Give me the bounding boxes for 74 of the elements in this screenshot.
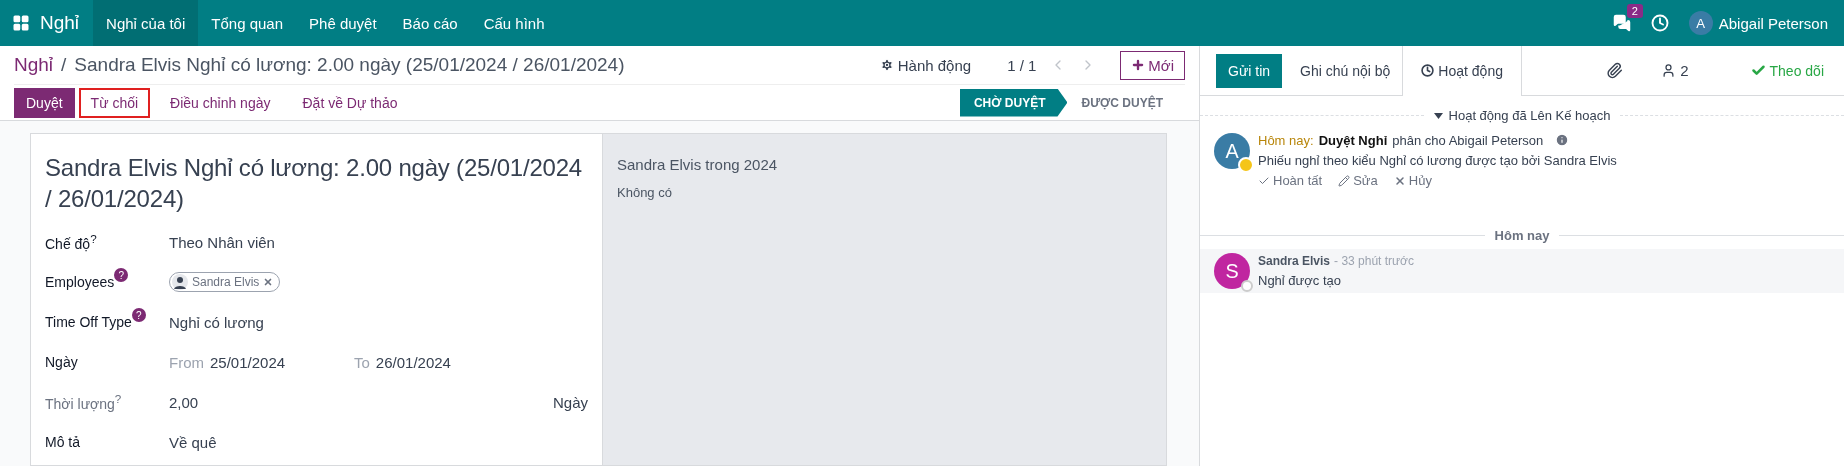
help-badge[interactable]: ?: [131, 308, 146, 323]
menu-item[interactable]: Cấu hình: [470, 0, 558, 46]
user-avatar: A: [1214, 133, 1250, 169]
person-icon: [1661, 63, 1677, 78]
menu-item[interactable]: Báo cáo: [389, 0, 471, 46]
followers-button[interactable]: 2: [1655, 61, 1695, 80]
clock-icon: [1421, 64, 1435, 77]
date-value[interactable]: 25/01/2024: [210, 353, 286, 371]
field-value[interactable]: Theo Nhân viên: [169, 233, 275, 251]
gear-icon: [879, 58, 894, 72]
to-label: To: [354, 353, 370, 371]
remove-icon[interactable]: [263, 277, 274, 288]
action-button[interactable]: Duyệt: [14, 87, 75, 118]
field-value[interactable]: Về quê: [169, 433, 217, 451]
field-label: Ngày: [45, 354, 78, 371]
paperclip-icon[interactable]: [1606, 62, 1624, 79]
new-button[interactable]: Mới: [1120, 50, 1185, 80]
user-avatar: A: [1688, 11, 1713, 35]
activity-assignee: phân cho Abigail Peterson: [1392, 133, 1544, 148]
breadcrumb-current: Sandra Elvis Nghỉ có lương: 2.00 ngày (25/01/2024 / 26/01/2024): [74, 54, 625, 76]
avatar-icon: [172, 274, 188, 291]
message-count: 2: [1626, 4, 1643, 18]
breadcrumb-link[interactable]: Nghỉ: [14, 54, 54, 76]
apps-menu-icon[interactable]: [12, 14, 30, 32]
action-button[interactable]: Đặt về Dự thảo: [290, 87, 410, 118]
chatter-tab[interactable]: Gửi tin: [1216, 53, 1283, 88]
message-time: - 33 phút trước: [1334, 254, 1414, 268]
pager-value[interactable]: 1 / 1: [1007, 56, 1037, 74]
activity-summary: Duyệt Nghỉ: [1318, 133, 1388, 148]
field-label: Time Off Type: [45, 314, 132, 331]
menu-item[interactable]: Nghỉ của tôi: [93, 0, 199, 46]
pencil-icon: [1338, 174, 1351, 187]
field-label: Thời lượng$^{?}$: [45, 392, 122, 413]
date-divider: Hôm nay: [1494, 228, 1550, 243]
clock-icon[interactable]: [1650, 14, 1669, 32]
activity-action[interactable]: Sửa: [1338, 173, 1378, 188]
activity-action[interactable]: Hủy: [1393, 173, 1432, 188]
info-icon[interactable]: [1555, 133, 1570, 147]
plus-icon: [1131, 58, 1146, 72]
activity-note: Phiếu nghỉ theo kiểu Nghỉ có lương được tạo bởi Sandra Elvis: [1258, 153, 1617, 168]
from-label: From: [169, 353, 204, 371]
user-menu[interactable]: A Abigail Peterson: [1688, 11, 1828, 35]
breadcrumb-separator: /: [61, 54, 67, 76]
activities-toggle[interactable]: Hoạt động đã Lên Kế hoạch: [1433, 108, 1611, 123]
field-label: Chế độ$^{?}$: [45, 232, 97, 253]
caret-icon: [1433, 112, 1443, 119]
status-stage[interactable]: CHỜ DUYỆT: [959, 88, 1068, 117]
check-icon: [1750, 63, 1766, 78]
unit-label: Ngày: [552, 393, 588, 411]
field-value[interactable]: 2,00: [169, 393, 199, 411]
panel-text: Không có: [617, 185, 673, 200]
action-button[interactable]: Từ chối: [78, 87, 151, 118]
message-author: Sandra Elvis: [1258, 254, 1331, 268]
field-label: Mô tả: [45, 434, 80, 451]
action-button[interactable]: Điều chỉnh ngày: [158, 87, 283, 118]
field-value[interactable]: Nghỉ có lương: [169, 313, 264, 331]
chat-icon[interactable]: [1612, 14, 1631, 32]
menu-item[interactable]: Phê duyệt: [296, 0, 390, 46]
record-title: Sandra Elvis Nghỉ có lương: 2.00 ngày (25/01/2024 / 26/01/2024): [45, 153, 583, 215]
close-icon: [1393, 174, 1406, 187]
status-icon: [1238, 157, 1254, 173]
status-stage[interactable]: ĐƯỢC DUYỆT: [1067, 88, 1185, 117]
app-name[interactable]: Nghỉ: [40, 12, 80, 34]
activity-date: Hôm nay:: [1258, 133, 1314, 148]
field-label: Employees: [45, 274, 115, 291]
actions-button[interactable]: Hành động: [873, 55, 978, 75]
activity-action[interactable]: Hoàn tất: [1258, 173, 1323, 188]
user-avatar: S: [1214, 253, 1250, 289]
help-badge[interactable]: ?: [114, 268, 129, 283]
chatter-tab[interactable]: Hoạt động: [1402, 45, 1522, 96]
panel-title: Sandra Elvis trong 2024: [617, 156, 779, 173]
menu-item[interactable]: Tổng quan: [198, 0, 297, 46]
date-value[interactable]: 26/01/2024: [375, 353, 451, 371]
message-body: Nghỉ được tạo: [1258, 273, 1342, 288]
